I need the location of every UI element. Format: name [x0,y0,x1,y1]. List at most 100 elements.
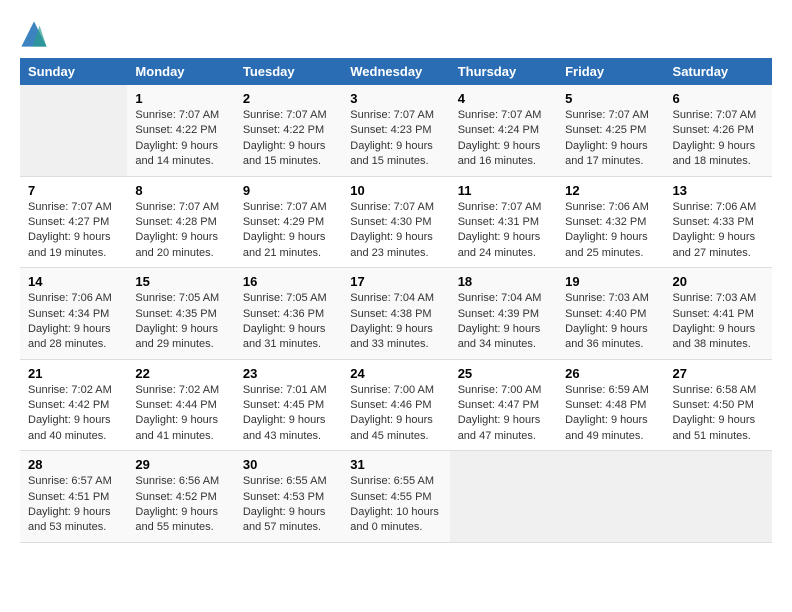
day-number: 27 [673,366,764,381]
day-cell: 15 Sunrise: 7:05 AM Sunset: 4:35 PM Dayli… [127,268,234,360]
day-cell: 12 Sunrise: 7:06 AM Sunset: 4:32 PM Dayli… [557,176,664,268]
day-cell [20,85,127,176]
day-cell: 13 Sunrise: 7:06 AM Sunset: 4:33 PM Dayli… [665,176,772,268]
day-info: Sunrise: 7:01 AM Sunset: 4:45 PM Dayligh… [243,383,334,445]
day-cell: 14Sunrise: 7:06 AM Sunset: 4:34 PM Dayli… [20,268,127,360]
week-row-5: 28 Sunrise: 6:57 AM Sunset: 4:51 PM Dayli… [20,451,772,543]
day-number: 17 [350,274,441,289]
week-row-2: 7 Sunrise: 7:07 AM Sunset: 4:27 PM Daylig… [20,176,772,268]
day-cell: 20Sunrise: 7:03 AM Sunset: 4:41 PM Dayli… [665,268,772,360]
header-row: SundayMondayTuesdayWednesdayThursdayFrid… [20,58,772,85]
header-cell-wednesday: Wednesday [342,58,449,85]
day-cell: 24Sunrise: 7:00 AM Sunset: 4:46 PM Dayli… [342,359,449,451]
day-info: Sunrise: 7:07 AM Sunset: 4:30 PM Dayligh… [350,200,441,262]
calendar-body: 1 Sunrise: 7:07 AM Sunset: 4:22 PM Daylig… [20,85,772,542]
day-number: 28 [28,457,119,472]
day-number: 7 [28,183,119,198]
day-cell: 28 Sunrise: 6:57 AM Sunset: 4:51 PM Dayli… [20,451,127,543]
day-info: Sunrise: 6:57 AM Sunset: 4:51 PM Dayligh… [28,474,119,536]
day-cell [665,451,772,543]
day-number: 23 [243,366,334,381]
day-cell: 30Sunrise: 6:55 AM Sunset: 4:53 PM Dayli… [235,451,342,543]
day-cell: 1 Sunrise: 7:07 AM Sunset: 4:22 PM Daylig… [127,85,234,176]
day-info: Sunrise: 6:59 AM Sunset: 4:48 PM Dayligh… [565,383,656,445]
day-cell: 9Sunrise: 7:07 AM Sunset: 4:29 PM Daylig… [235,176,342,268]
day-number: 20 [673,274,764,289]
day-cell: 17Sunrise: 7:04 AM Sunset: 4:38 PM Dayli… [342,268,449,360]
day-number: 22 [135,366,226,381]
day-cell: 3Sunrise: 7:07 AM Sunset: 4:23 PM Daylig… [342,85,449,176]
header-cell-thursday: Thursday [450,58,557,85]
day-info: Sunrise: 6:58 AM Sunset: 4:50 PM Dayligh… [673,383,764,445]
day-info: Sunrise: 7:07 AM Sunset: 4:27 PM Dayligh… [28,200,119,262]
day-number: 31 [350,457,441,472]
page-header [20,20,772,48]
day-cell [450,451,557,543]
day-number: 30 [243,457,334,472]
day-cell: 27 Sunrise: 6:58 AM Sunset: 4:50 PM Dayli… [665,359,772,451]
day-cell: 7 Sunrise: 7:07 AM Sunset: 4:27 PM Daylig… [20,176,127,268]
logo-icon [20,20,48,48]
day-number: 5 [565,91,656,106]
week-row-3: 14Sunrise: 7:06 AM Sunset: 4:34 PM Dayli… [20,268,772,360]
day-info: Sunrise: 7:07 AM Sunset: 4:24 PM Dayligh… [458,108,549,170]
day-number: 18 [458,274,549,289]
day-info: Sunrise: 7:06 AM Sunset: 4:32 PM Dayligh… [565,200,656,262]
day-number: 19 [565,274,656,289]
day-info: Sunrise: 7:00 AM Sunset: 4:47 PM Dayligh… [458,383,549,445]
day-cell: 29Sunrise: 6:56 AM Sunset: 4:52 PM Dayli… [127,451,234,543]
day-number: 16 [243,274,334,289]
header-cell-saturday: Saturday [665,58,772,85]
day-info: Sunrise: 7:07 AM Sunset: 4:31 PM Dayligh… [458,200,549,262]
day-number: 6 [673,91,764,106]
day-cell [557,451,664,543]
day-number: 26 [565,366,656,381]
day-cell: 26 Sunrise: 6:59 AM Sunset: 4:48 PM Dayli… [557,359,664,451]
day-number: 12 [565,183,656,198]
day-number: 15 [135,274,226,289]
day-info: Sunrise: 7:05 AM Sunset: 4:36 PM Dayligh… [243,291,334,353]
day-info: Sunrise: 7:07 AM Sunset: 4:22 PM Dayligh… [135,108,226,170]
day-cell: 6Sunrise: 7:07 AM Sunset: 4:26 PM Daylig… [665,85,772,176]
calendar-table: SundayMondayTuesdayWednesdayThursdayFrid… [20,58,772,543]
day-number: 8 [135,183,226,198]
day-info: Sunrise: 7:07 AM Sunset: 4:29 PM Dayligh… [243,200,334,262]
day-info: Sunrise: 7:07 AM Sunset: 4:23 PM Dayligh… [350,108,441,170]
day-cell: 10 Sunrise: 7:07 AM Sunset: 4:30 PM Dayli… [342,176,449,268]
day-info: Sunrise: 7:04 AM Sunset: 4:39 PM Dayligh… [458,291,549,353]
day-cell: 21Sunrise: 7:02 AM Sunset: 4:42 PM Dayli… [20,359,127,451]
header-cell-tuesday: Tuesday [235,58,342,85]
day-cell: 4 Sunrise: 7:07 AM Sunset: 4:24 PM Daylig… [450,85,557,176]
day-info: Sunrise: 7:02 AM Sunset: 4:42 PM Dayligh… [28,383,119,445]
day-info: Sunrise: 7:06 AM Sunset: 4:33 PM Dayligh… [673,200,764,262]
day-number: 13 [673,183,764,198]
day-number: 4 [458,91,549,106]
day-number: 10 [350,183,441,198]
day-cell: 31Sunrise: 6:55 AM Sunset: 4:55 PM Dayli… [342,451,449,543]
day-cell: 22 Sunrise: 7:02 AM Sunset: 4:44 PM Dayli… [127,359,234,451]
day-info: Sunrise: 7:02 AM Sunset: 4:44 PM Dayligh… [135,383,226,445]
day-info: Sunrise: 7:05 AM Sunset: 4:35 PM Dayligh… [135,291,226,353]
day-cell: 2Sunrise: 7:07 AM Sunset: 4:22 PM Daylig… [235,85,342,176]
day-cell: 5Sunrise: 7:07 AM Sunset: 4:25 PM Daylig… [557,85,664,176]
day-number: 14 [28,274,119,289]
day-cell: 18 Sunrise: 7:04 AM Sunset: 4:39 PM Dayli… [450,268,557,360]
day-cell: 25 Sunrise: 7:00 AM Sunset: 4:47 PM Dayli… [450,359,557,451]
day-info: Sunrise: 7:07 AM Sunset: 4:28 PM Dayligh… [135,200,226,262]
logo [20,20,52,48]
week-row-4: 21Sunrise: 7:02 AM Sunset: 4:42 PM Dayli… [20,359,772,451]
day-number: 1 [135,91,226,106]
day-info: Sunrise: 7:00 AM Sunset: 4:46 PM Dayligh… [350,383,441,445]
day-number: 25 [458,366,549,381]
day-number: 11 [458,183,549,198]
header-cell-friday: Friday [557,58,664,85]
day-number: 2 [243,91,334,106]
day-cell: 11 Sunrise: 7:07 AM Sunset: 4:31 PM Dayli… [450,176,557,268]
header-cell-monday: Monday [127,58,234,85]
day-cell: 19 Sunrise: 7:03 AM Sunset: 4:40 PM Dayli… [557,268,664,360]
week-row-1: 1 Sunrise: 7:07 AM Sunset: 4:22 PM Daylig… [20,85,772,176]
day-info: Sunrise: 7:03 AM Sunset: 4:40 PM Dayligh… [565,291,656,353]
header-cell-sunday: Sunday [20,58,127,85]
day-cell: 8 Sunrise: 7:07 AM Sunset: 4:28 PM Daylig… [127,176,234,268]
day-cell: 16 Sunrise: 7:05 AM Sunset: 4:36 PM Dayli… [235,268,342,360]
